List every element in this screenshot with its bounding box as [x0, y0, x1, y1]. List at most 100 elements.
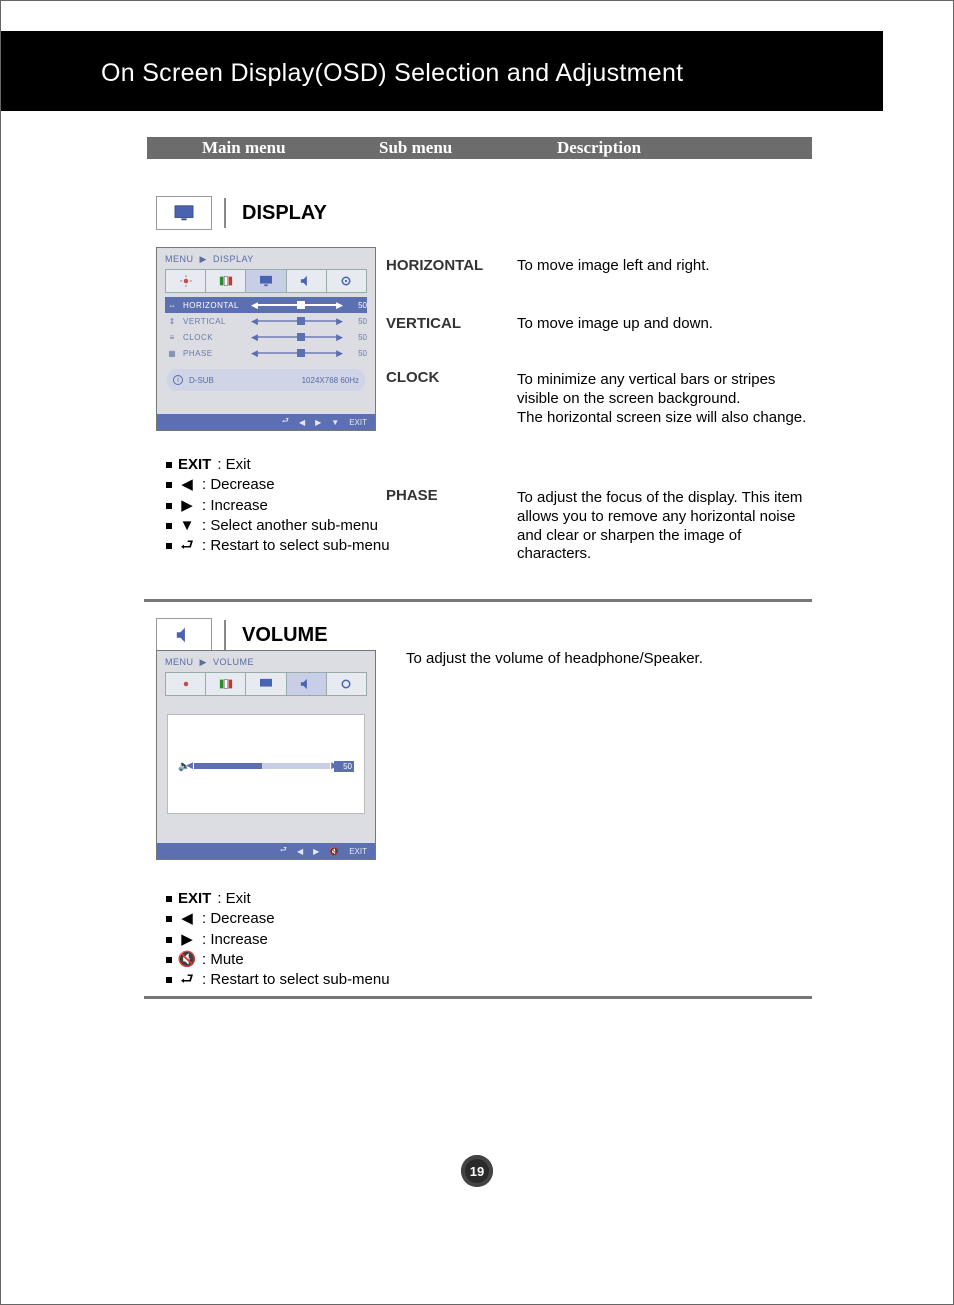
osd-row-horizontal[interactable]: ⇔ HORIZONTAL ◀▶ 50 [165, 297, 367, 313]
tab-settings[interactable] [327, 270, 366, 292]
tab-volume[interactable] [287, 270, 327, 292]
right-icon[interactable]: ▶ [315, 418, 321, 427]
tab-color[interactable] [206, 673, 246, 695]
key-exit-desc: : Exit [217, 455, 250, 475]
osd-row-label: HORIZONTAL [183, 301, 247, 310]
slider[interactable]: ◀▶ [251, 301, 343, 309]
key-right-desc: : Increase [202, 930, 268, 950]
osd-row-clock[interactable]: ≡ CLOCK ◀▶ 50 [165, 329, 367, 345]
crumb-root: MENU [165, 254, 194, 264]
tab-display[interactable] [246, 270, 286, 292]
crumb-leaf: DISPLAY [213, 254, 254, 264]
section-divider [144, 996, 812, 999]
tab-brightness[interactable] [166, 270, 206, 292]
key-right-desc: : Increase [202, 496, 268, 516]
osd-breadcrumb: MENU ▶ VOLUME [157, 651, 375, 672]
return-icon[interactable]: ⮐ [280, 844, 287, 858]
key-legend-volume: EXIT : Exit ◀ : Decrease ▶ : Increase 🔇 … [166, 889, 426, 990]
vertical-icon: ⇕ [165, 317, 179, 326]
left-icon[interactable]: ◀ [299, 418, 305, 427]
column-legend: Main menu Sub menu Description [147, 137, 812, 159]
desc-volume: To adjust the volume of headphone/Speake… [406, 650, 786, 667]
left-icon[interactable]: ◀ [297, 847, 303, 856]
desc-vertical: To move image up and down. [517, 315, 807, 334]
osd-row-value: 50 [347, 301, 367, 310]
tab-color[interactable] [206, 270, 246, 292]
return-icon: ⮐ [178, 536, 196, 556]
down-icon[interactable]: ▼ [331, 418, 339, 427]
desc-phase: To adjust the focus of the display. This… [517, 489, 807, 564]
osd-footer: ⮐ ◀ ▶ 🔇 EXIT [157, 843, 375, 859]
osd-breadcrumb: MENU ▶ DISPLAY [157, 248, 375, 269]
desc-horizontal: To move image left and right. [517, 257, 807, 276]
osd-info: i D-SUB 1024X768 60Hz [167, 369, 365, 391]
return-icon: ⮐ [178, 970, 196, 990]
right-icon[interactable]: ▶ [313, 847, 319, 856]
return-icon[interactable]: ⮐ [282, 415, 289, 429]
chevron-right-icon: ▶ [200, 657, 207, 667]
display-section-header: DISPLAY [156, 196, 327, 230]
key-exit-label: EXIT [178, 455, 211, 475]
sub-vertical: VERTICAL [386, 315, 461, 332]
divider [224, 620, 226, 650]
sub-horizontal: HORIZONTAL [386, 257, 483, 274]
volume-slider[interactable]: 🔈 ◀▶ 50 [178, 759, 354, 773]
clock-icon: ≡ [165, 333, 179, 342]
display-icon [156, 196, 212, 230]
display-title: DISPLAY [242, 202, 327, 225]
osd-row-value: 50 [347, 317, 367, 326]
volume-section-header: VOLUME [156, 618, 328, 652]
left-icon: ◀ [178, 909, 196, 929]
key-mute-desc: : Mute [202, 950, 244, 970]
volume-icon [156, 618, 212, 652]
page-number: 19 [461, 1155, 493, 1187]
osd-row-label: CLOCK [183, 333, 247, 342]
page-title: On Screen Display(OSD) Selection and Adj… [101, 59, 683, 88]
osd-list: ⇔ HORIZONTAL ◀▶ 50 ⇕ VERTICAL ◀▶ 50 ≡ CL… [165, 297, 367, 361]
tab-volume[interactable] [287, 673, 327, 695]
osd-row-value: 50 [347, 349, 367, 358]
osd-row-vertical[interactable]: ⇕ VERTICAL ◀▶ 50 [165, 313, 367, 329]
tab-settings[interactable] [327, 673, 366, 695]
legend-desc: Description [557, 138, 641, 158]
osd-footer: ⮐ ◀ ▶ ▼ EXIT [157, 414, 375, 430]
legend-main: Main menu [202, 138, 286, 158]
phase-icon: ▦ [165, 349, 179, 358]
key-down-desc: : Select another sub-menu [202, 516, 378, 536]
key-legend-display: EXIT : Exit ◀ : Decrease ▶ : Increase ▼ … [166, 455, 426, 556]
mute-icon: 🔇 [178, 950, 196, 970]
desc-clock: To minimize any vertical bars or stripes… [517, 371, 807, 427]
divider [224, 198, 226, 228]
key-exit-desc: : Exit [217, 889, 250, 909]
right-icon: ▶ [178, 496, 196, 516]
exit-label[interactable]: EXIT [349, 418, 367, 427]
slider[interactable]: ◀▶ [251, 317, 343, 325]
osd-volume-body: 🔈 ◀▶ 50 [167, 714, 365, 814]
crumb-root: MENU [165, 657, 194, 667]
page-frame: On Screen Display(OSD) Selection and Adj… [0, 0, 954, 1305]
mute-icon[interactable]: 🔇 [329, 847, 339, 856]
osd-row-label: VERTICAL [183, 317, 247, 326]
sub-clock: CLOCK [386, 369, 439, 386]
osd-row-value: 50 [347, 333, 367, 342]
right-icon: ▶ [178, 930, 196, 950]
tab-display[interactable] [246, 673, 286, 695]
osd-display-screenshot: MENU ▶ DISPLAY ⇔ HORIZONTAL ◀▶ 50 ⇕ VERT… [156, 247, 376, 431]
osd-row-label: PHASE [183, 349, 247, 358]
key-return-desc: : Restart to select sub-menu [202, 536, 390, 556]
osd-tabs [165, 672, 367, 696]
section-divider [144, 599, 812, 602]
key-exit-label: EXIT [178, 889, 211, 909]
tab-brightness[interactable] [166, 673, 206, 695]
slider[interactable]: ◀▶ [251, 333, 343, 341]
left-icon: ◀ [178, 475, 196, 495]
chevron-right-icon: ▶ [200, 254, 207, 264]
exit-label[interactable]: EXIT [349, 847, 367, 856]
key-left-desc: : Decrease [202, 909, 275, 929]
key-left-desc: : Decrease [202, 475, 275, 495]
legend-sub: Sub menu [379, 138, 452, 158]
volume-title: VOLUME [242, 624, 328, 647]
osd-row-phase[interactable]: ▦ PHASE ◀▶ 50 [165, 345, 367, 361]
horizontal-icon: ⇔ [165, 301, 179, 310]
slider[interactable]: ◀▶ [251, 349, 343, 357]
